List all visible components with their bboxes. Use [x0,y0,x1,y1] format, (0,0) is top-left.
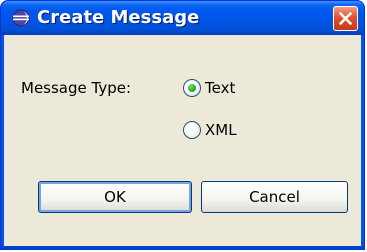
radio-selected-dot [188,84,196,92]
radio-xml-label: XML [205,121,237,139]
message-type-label: Message Type: [21,79,132,97]
title-bar[interactable]: Create Message [1,1,364,35]
frame-right-border [361,35,364,249]
radio-button[interactable] [183,121,201,139]
dialog-window: Create Message Message Type: Text XML OK… [0,0,365,250]
ok-button[interactable]: OK [38,181,192,213]
radio-text-label: Text [205,79,236,97]
radio-button[interactable] [183,79,201,97]
dialog-title: Create Message [37,7,200,28]
dialog-body: Message Type: Text XML OK Cancel [4,35,361,246]
radio-text[interactable]: Text [183,79,235,97]
cancel-button[interactable]: Cancel [201,181,348,213]
close-button[interactable] [333,6,358,31]
close-icon [339,12,352,25]
frame-bottom-border [1,246,364,249]
radio-xml[interactable]: XML [183,121,237,139]
eclipse-icon [12,9,30,27]
